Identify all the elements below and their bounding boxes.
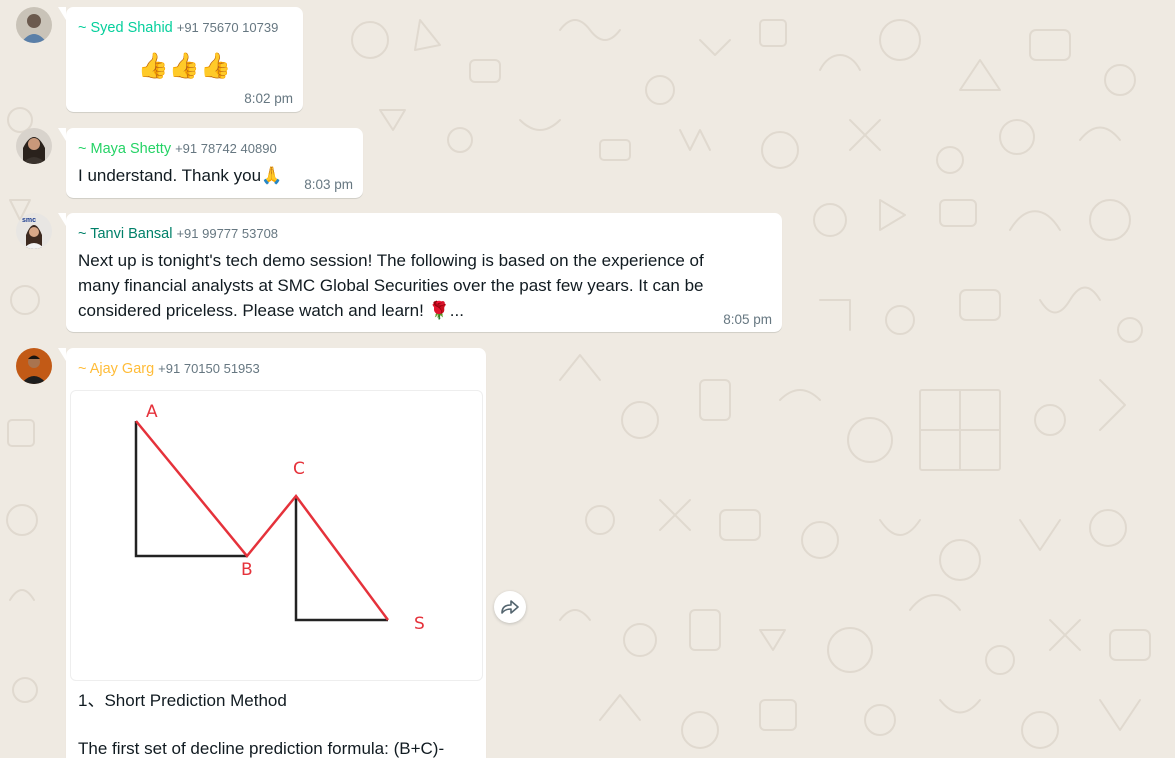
abcs-pattern-diagram: A B C S	[134, 402, 425, 634]
price-path-line	[135, 420, 390, 621]
sender-avatar[interactable]: smc	[16, 213, 52, 249]
message-bubble[interactable]: ~ Tanvi Bansal +91 99777 53708 Next up is…	[58, 213, 782, 332]
sender-name[interactable]: ~ Syed Shahid	[78, 20, 173, 36]
point-label-c: C	[293, 459, 305, 479]
message-text-line: considered priceless. Please watch and l…	[78, 301, 464, 320]
sender-avatar[interactable]	[16, 7, 52, 43]
sender-name[interactable]: ~ Maya Shetty	[78, 141, 171, 157]
caption-body: The first set of decline prediction form…	[78, 739, 445, 758]
sender-info: ~ Tanvi Bansal +91 99777 53708	[78, 226, 278, 242]
sender-phone: +91 75670 10739	[176, 20, 279, 35]
caption-title: 1、Short Prediction Method	[78, 691, 287, 710]
message-text-line: Next up is tonight's tech demo session! …	[78, 251, 704, 270]
message-text: I understand. Thank you🙏	[78, 166, 283, 185]
bubble-tail	[58, 7, 66, 20]
forward-button[interactable]	[494, 591, 526, 623]
sender-info: ~ Maya Shetty +91 78742 40890	[78, 141, 277, 157]
sender-phone: +91 78742 40890	[175, 141, 277, 156]
forward-icon	[501, 600, 519, 614]
sender-avatar[interactable]	[16, 128, 52, 164]
point-label-a: A	[146, 402, 158, 422]
message-text-line: many financial analysts at SMC Global Se…	[78, 276, 704, 295]
sender-info: ~ Syed Shahid +91 75670 10739	[78, 20, 278, 36]
point-label-b: B	[241, 560, 253, 580]
user-avatar-icon: smc	[16, 213, 52, 249]
sender-name[interactable]: ~ Tanvi Bansal	[78, 226, 172, 242]
bubble-tail	[58, 348, 66, 361]
bubble-tail	[58, 128, 66, 141]
message-time: 8:02 pm	[244, 91, 293, 106]
message-bubble[interactable]: ~ Maya Shetty +91 78742 40890 I understan…	[58, 128, 363, 198]
point-label-s: S	[414, 614, 425, 634]
bubble-tail	[58, 213, 66, 226]
sender-name[interactable]: ~ Ajay Garg	[78, 361, 154, 377]
message-image[interactable]: A B C S	[70, 390, 483, 681]
message-time: 8:03 pm	[304, 177, 353, 192]
sender-info: ~ Ajay Garg +91 70150 51953	[78, 361, 260, 377]
message-emoji: 👍👍👍	[137, 51, 232, 80]
sender-phone: +91 99777 53708	[176, 226, 279, 241]
message-bubble[interactable]: ~ Syed Shahid +91 75670 10739 👍👍👍 8:02 pm	[58, 7, 303, 112]
avatar-text: smc	[22, 217, 36, 224]
sender-phone: +91 70150 51953	[158, 361, 260, 376]
message-bubble[interactable]: ~ Ajay Garg +91 70150 51953 A B C S 1、Sho…	[58, 348, 486, 758]
sender-avatar[interactable]	[16, 348, 52, 384]
message-time: 8:05 pm	[723, 312, 772, 327]
user-avatar-icon	[16, 348, 52, 384]
user-avatar-icon	[16, 128, 52, 164]
user-avatar-icon	[16, 7, 52, 43]
message-text: Next up is tonight's tech demo session! …	[78, 248, 768, 323]
